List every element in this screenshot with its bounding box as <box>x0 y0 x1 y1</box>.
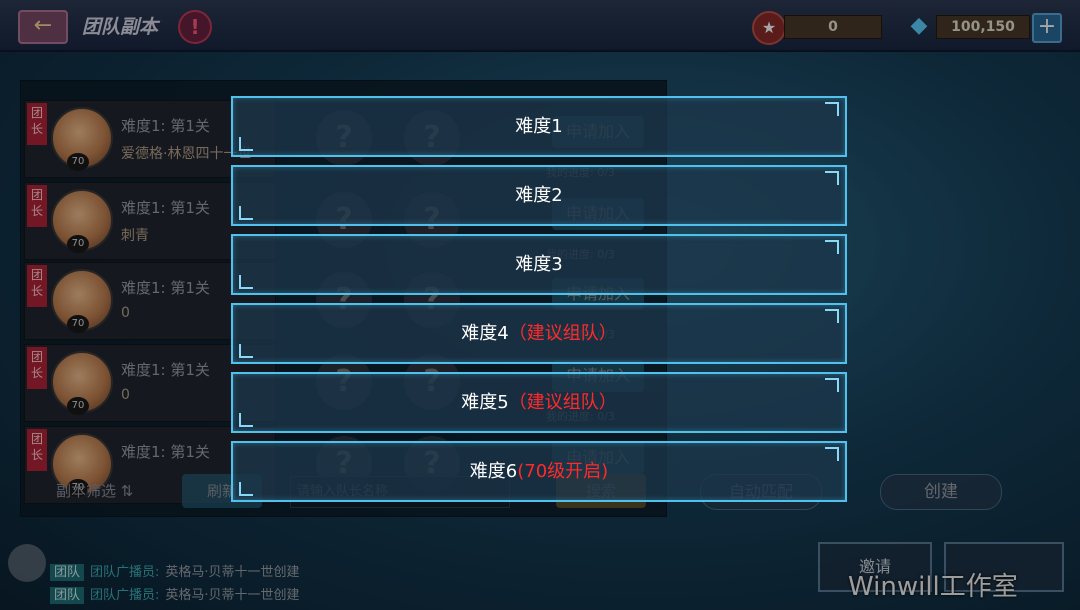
corner-decoration-icon <box>825 447 839 461</box>
difficulty-option-1[interactable]: 难度1 <box>231 96 847 157</box>
corner-decoration-icon <box>239 275 253 289</box>
difficulty-hint: (70级开启) <box>517 461 609 482</box>
difficulty-option-3[interactable]: 难度3 <box>231 234 847 295</box>
difficulty-option-4[interactable]: 难度4（建议组队） <box>231 303 847 364</box>
difficulty-option-5[interactable]: 难度5（建议组队） <box>231 372 847 433</box>
difficulty-hint: （建议组队） <box>508 323 617 344</box>
difficulty-label: 难度2 <box>515 185 563 206</box>
corner-decoration-icon <box>825 240 839 254</box>
corner-decoration-icon <box>239 482 253 496</box>
difficulty-hint: （建议组队） <box>508 392 617 413</box>
corner-decoration-icon <box>825 102 839 116</box>
corner-decoration-icon <box>239 344 253 358</box>
corner-decoration-icon <box>239 206 253 220</box>
difficulty-label: 难度1 <box>515 116 563 137</box>
corner-decoration-icon <box>825 171 839 185</box>
difficulty-option-2[interactable]: 难度2 <box>231 165 847 226</box>
difficulty-label: 难度6 <box>469 461 518 482</box>
corner-decoration-icon <box>825 378 839 392</box>
difficulty-option-6[interactable]: 难度6(70级开启) <box>231 441 847 502</box>
difficulty-label: 难度5 <box>461 392 509 413</box>
corner-decoration-icon <box>825 309 839 323</box>
difficulty-label: 难度4 <box>461 323 509 344</box>
corner-decoration-icon <box>239 413 253 427</box>
difficulty-label: 难度3 <box>515 254 563 275</box>
corner-decoration-icon <box>239 137 253 151</box>
